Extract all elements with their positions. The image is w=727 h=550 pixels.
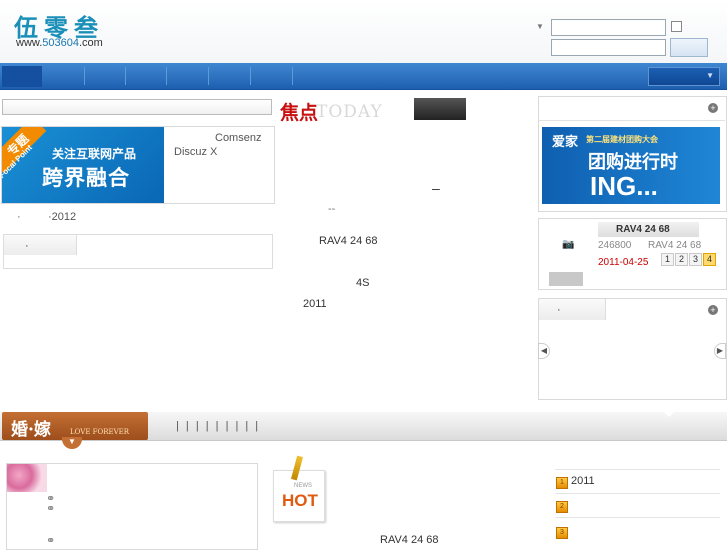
pager-1[interactable]: 1 xyxy=(661,253,674,266)
wedding-title: 婚·嫁 xyxy=(11,420,51,440)
focal-side-line1[interactable]: Comsenz xyxy=(215,132,261,144)
chevron-down-icon[interactable]: ▼ xyxy=(62,437,82,449)
scroll-right-icon[interactable]: ▶ xyxy=(714,343,726,359)
focus-thumbnail[interactable] xyxy=(414,98,466,120)
remember-checkbox[interactable] xyxy=(671,21,682,32)
focal-banner[interactable]: 专题 Focal Point 关注互联网产品 跨界融合 xyxy=(2,127,164,203)
left-search-bar[interactable] xyxy=(2,99,272,115)
chevron-down-icon: ▼ xyxy=(706,71,714,80)
focal-banner-line1: 关注互联网产品 xyxy=(52,147,137,161)
wedding-logo[interactable]: 婚·嫁 LOVE FOREVER xyxy=(2,412,148,440)
nav-item[interactable] xyxy=(292,67,333,85)
center-dash-small: -- xyxy=(328,203,336,215)
nav-item[interactable] xyxy=(166,67,207,85)
nav-item[interactable] xyxy=(208,67,249,85)
nav-dropdown[interactable]: ▼ xyxy=(648,67,720,86)
group-buy-banner[interactable]: 爱家 第二届建材团购大会 团购进行时 ING... xyxy=(542,127,720,204)
divider xyxy=(539,120,725,121)
pager-2[interactable]: 2 xyxy=(675,253,688,266)
bullet-icon: · xyxy=(17,211,21,223)
center-headline[interactable]: RAV4 24 68 xyxy=(319,235,378,247)
left-list-item-year: 2012 xyxy=(51,211,77,223)
group-buy-brand: 爱家 xyxy=(552,134,579,149)
site-url-suffix: .com xyxy=(79,37,103,49)
product-thumb-placeholder[interactable] xyxy=(549,272,583,286)
product-model: RAV4 24 68 xyxy=(648,240,702,251)
nav-item[interactable] xyxy=(250,67,291,85)
center-line-2011[interactable]: 2011 xyxy=(303,298,327,310)
group-buy-event: 第二届建材团购大会 xyxy=(586,135,658,144)
divider xyxy=(555,469,720,470)
username-input[interactable] xyxy=(551,19,666,36)
focal-banner-line2: 跨界融合 xyxy=(42,167,130,190)
camera-icon: 📷 xyxy=(562,239,575,250)
product-title[interactable]: RAV4 24 68 xyxy=(598,222,699,237)
bullet-icon: · xyxy=(25,240,29,252)
product-code: 246800 xyxy=(598,240,632,251)
nav-item-home[interactable] xyxy=(2,66,42,87)
login-type-dropdown-icon[interactable]: ▼ xyxy=(536,22,544,31)
wedding-tabs[interactable]: | | | | | | | | | xyxy=(176,420,260,432)
focal-side-line2[interactable]: Discuz X xyxy=(174,146,217,158)
divider xyxy=(555,517,720,518)
hot-label: HOT xyxy=(282,491,318,510)
ring-icon: ⚭ xyxy=(46,503,56,515)
left-sub-panel: · xyxy=(3,234,273,269)
expand-icon[interactable]: + xyxy=(708,305,718,315)
flower-image[interactable] xyxy=(7,464,47,492)
product-date: 2011-04-25 xyxy=(598,257,649,268)
rank-icon-3: 3 xyxy=(556,527,568,539)
pager-4[interactable]: 4 xyxy=(703,253,716,266)
wedding-subtitle: LOVE FOREVER xyxy=(70,428,130,436)
site-url: www.503604.com xyxy=(16,37,103,49)
expand-icon[interactable]: + xyxy=(708,103,718,113)
news-label: NEWS xyxy=(294,483,312,489)
nav-item[interactable] xyxy=(125,67,166,85)
left-list-item[interactable]: ·2012 xyxy=(48,211,76,223)
main-nav: ▼ xyxy=(0,63,727,90)
bottom-headline[interactable]: RAV4 24 68 xyxy=(380,534,439,546)
group-buy-line3: ING... xyxy=(590,171,658,201)
site-url-domain: 503604 xyxy=(42,37,79,49)
scroll-panel-tab[interactable]: · xyxy=(539,299,606,320)
rank-item-1[interactable]: 2011 xyxy=(571,475,595,487)
pointer-icon xyxy=(662,410,676,417)
password-input[interactable] xyxy=(551,39,666,56)
divider xyxy=(555,493,720,494)
rank-icon-1: 1 xyxy=(556,477,568,489)
pager-3[interactable]: 3 xyxy=(689,253,702,266)
hot-news-tag[interactable]: NEWS HOT xyxy=(273,470,325,522)
bullet-icon: · xyxy=(557,304,561,316)
center-dash: – xyxy=(432,180,440,196)
focus-today: TODAY xyxy=(316,102,383,122)
center-line-4s[interactable]: 4S xyxy=(356,277,369,289)
rank-icon-2: 2 xyxy=(556,501,568,513)
nav-item[interactable] xyxy=(84,67,125,85)
left-sub-tab[interactable]: · xyxy=(4,235,77,255)
focus-title: 焦点 xyxy=(280,102,319,124)
ring-icon: ⚭ xyxy=(46,535,56,547)
site-url-prefix: www. xyxy=(16,37,43,49)
login-button[interactable] xyxy=(670,38,708,57)
